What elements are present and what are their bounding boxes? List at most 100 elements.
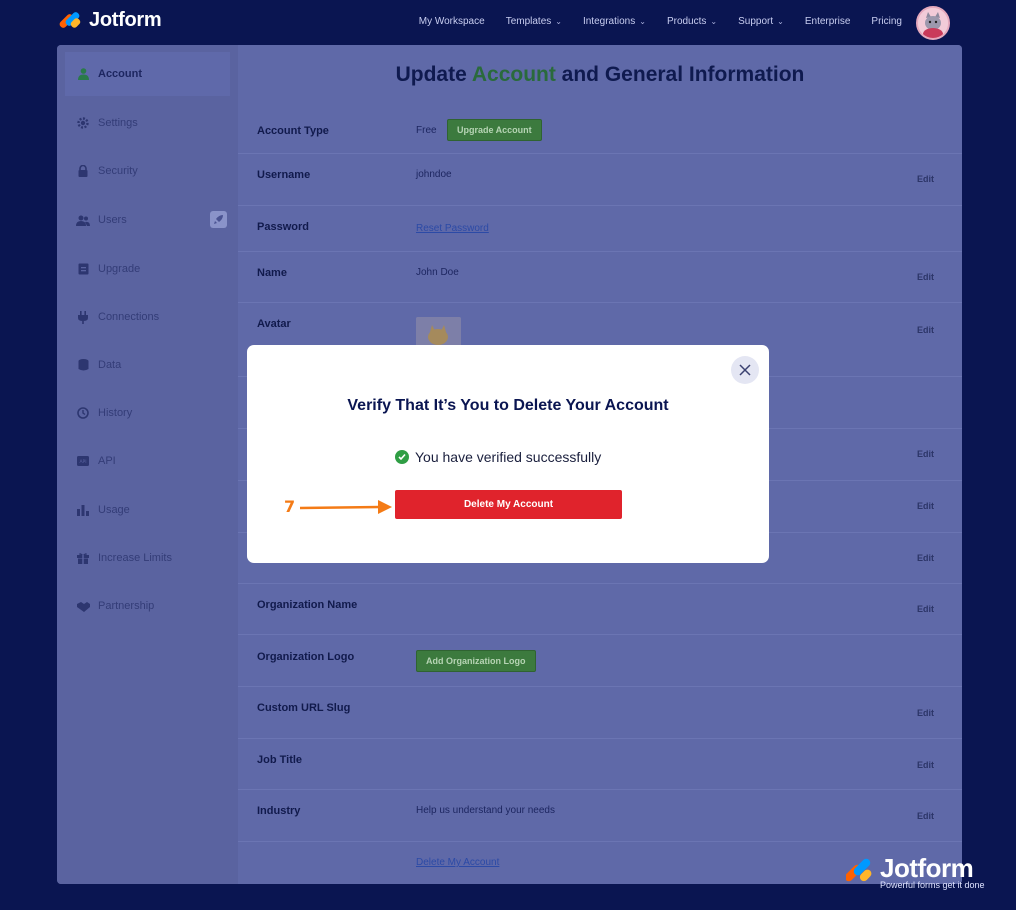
avatar-image xyxy=(416,317,461,347)
cat-avatar-icon xyxy=(918,8,948,38)
edit-link[interactable]: Edit xyxy=(917,553,934,563)
plug-icon xyxy=(76,310,90,324)
nav-enterprise[interactable]: Enterprise xyxy=(805,16,851,27)
title-text: Update xyxy=(395,63,472,86)
check-circle-icon xyxy=(395,450,409,464)
edit-link[interactable]: Edit xyxy=(917,501,934,511)
close-button[interactable] xyxy=(731,356,759,384)
edit-organization-name-link[interactable]: Edit xyxy=(917,604,934,614)
history-icon xyxy=(76,406,90,420)
handshake-icon xyxy=(76,599,90,613)
delete-my-account-button[interactable]: Delete My Account xyxy=(395,490,622,519)
industry-value: Help us understand your needs xyxy=(416,805,555,816)
sidebar-item-label: History xyxy=(98,407,133,419)
chevron-down-icon: ⌄ xyxy=(639,17,646,26)
username-value: johndoe xyxy=(416,169,452,180)
svg-text:API: API xyxy=(79,459,86,465)
sidebar-item-history[interactable]: History xyxy=(65,391,230,435)
nav-label: My Workspace xyxy=(418,16,485,27)
nav-label: Products xyxy=(666,16,707,27)
title-text: and General Information xyxy=(555,63,805,86)
row-organization-name: Organization Name Edit xyxy=(238,584,962,635)
nav-integrations[interactable]: Integrations ⌄ xyxy=(583,16,646,27)
row-label: Organization Logo xyxy=(257,651,355,663)
sidebar-item-security[interactable]: Security xyxy=(65,149,230,193)
add-organization-logo-button[interactable]: Add Organization Logo xyxy=(416,650,536,672)
sidebar-item-label: Partnership xyxy=(98,600,155,612)
row-label: Job Title xyxy=(257,754,303,766)
row-label: Custom URL Slug xyxy=(257,702,351,714)
sidebar-item-label: Account xyxy=(98,68,142,80)
name-value: John Doe xyxy=(416,267,459,278)
row-industry: Industry Help us understand your needs E… xyxy=(238,790,962,842)
sidebar-item-users[interactable]: Users xyxy=(65,198,230,242)
sidebar-item-label: Upgrade xyxy=(98,263,141,275)
modal-title: Verify That It’s You to Delete Your Acco… xyxy=(347,397,669,414)
sidebar-item-partnership[interactable]: Partnership xyxy=(65,584,230,628)
sidebar-item-label: Connections xyxy=(98,311,160,323)
database-icon xyxy=(76,358,90,372)
sidebar-item-api[interactable]: API API xyxy=(65,439,230,483)
chevron-down-icon: ⌄ xyxy=(555,17,562,26)
nav-support[interactable]: Support ⌄ xyxy=(738,16,784,27)
step-number-annotation: 7 xyxy=(284,497,296,516)
sidebar-item-label: API xyxy=(98,455,116,467)
edit-job-title-link[interactable]: Edit xyxy=(917,760,934,770)
nav-label: Support xyxy=(738,16,774,27)
reset-password-link[interactable]: Reset Password xyxy=(416,223,489,234)
sidebar-item-increase-limits[interactable]: Increase Limits xyxy=(65,536,230,580)
delete-account-link[interactable]: Delete My Account xyxy=(416,857,499,868)
row-label: Name xyxy=(257,267,287,279)
verified-message: You have verified successfully xyxy=(415,449,602,465)
edit-link[interactable]: Edit xyxy=(917,449,934,459)
edit-avatar-link[interactable]: Edit xyxy=(917,325,934,335)
nav-my-workspace[interactable]: My Workspace xyxy=(419,16,485,27)
nav-products[interactable]: Products ⌄ xyxy=(667,16,717,27)
upgrade-icon xyxy=(76,262,90,276)
verification-status: You have verified successfully xyxy=(395,449,601,465)
edit-industry-link[interactable]: Edit xyxy=(917,811,934,821)
edit-username-link[interactable]: Edit xyxy=(917,174,934,184)
chevron-down-icon: ⌄ xyxy=(777,17,784,26)
lock-icon xyxy=(76,164,90,178)
row-job-title: Job Title Edit xyxy=(238,739,962,790)
edit-url-slug-link[interactable]: Edit xyxy=(917,708,934,718)
rocket-icon xyxy=(210,211,227,228)
sidebar-item-data[interactable]: Data xyxy=(65,343,230,387)
row-label: Username xyxy=(257,169,311,181)
sidebar-item-label: Usage xyxy=(98,504,130,516)
sidebar-item-account[interactable]: Account xyxy=(65,52,230,96)
nav-label: Pricing xyxy=(871,16,902,27)
user-avatar[interactable] xyxy=(916,6,950,40)
row-label: Account Type xyxy=(257,125,329,137)
row-custom-url-slug: Custom URL Slug Edit xyxy=(238,687,962,739)
row-organization-logo: Organization Logo Add Organization Logo xyxy=(238,635,962,687)
chevron-down-icon: ⌄ xyxy=(710,17,718,26)
nav-label: Templates xyxy=(505,16,552,27)
close-icon xyxy=(739,364,751,376)
sidebar-item-connections[interactable]: Connections xyxy=(65,295,230,339)
sidebar-item-usage[interactable]: Usage xyxy=(65,488,230,532)
row-label: Organization Name xyxy=(257,599,358,611)
sidebar-item-settings[interactable]: Settings xyxy=(65,101,230,145)
user-icon xyxy=(76,67,90,81)
nav-pricing[interactable]: Pricing xyxy=(871,16,902,27)
row-label: Password xyxy=(257,221,309,233)
nav-templates[interactable]: Templates ⌄ xyxy=(506,16,562,27)
sidebar-item-label: Users xyxy=(98,214,127,226)
watermark-tagline: Powerful forms get it done xyxy=(880,880,985,890)
row-name: Name John Doe Edit xyxy=(238,252,962,303)
upgrade-account-button[interactable]: Upgrade Account xyxy=(447,119,542,141)
gear-icon xyxy=(76,116,90,130)
jotform-logo[interactable]: Jotform xyxy=(58,9,162,32)
sidebar-item-label: Increase Limits xyxy=(98,552,172,564)
sidebar-item-label: Security xyxy=(98,165,138,177)
nav-label: Integrations xyxy=(582,16,636,27)
orange-arrow-icon xyxy=(299,500,392,514)
brand-name: Jotform xyxy=(89,9,162,31)
edit-name-link[interactable]: Edit xyxy=(917,272,934,282)
sidebar-item-upgrade[interactable]: Upgrade xyxy=(65,247,230,291)
users-icon xyxy=(76,213,90,227)
main-nav: My Workspace Templates ⌄ Integrations ⌄ Pr… xyxy=(419,16,902,27)
top-navigation-bar: Jotform My Workspace Templates ⌄ Integrat… xyxy=(0,0,1016,45)
